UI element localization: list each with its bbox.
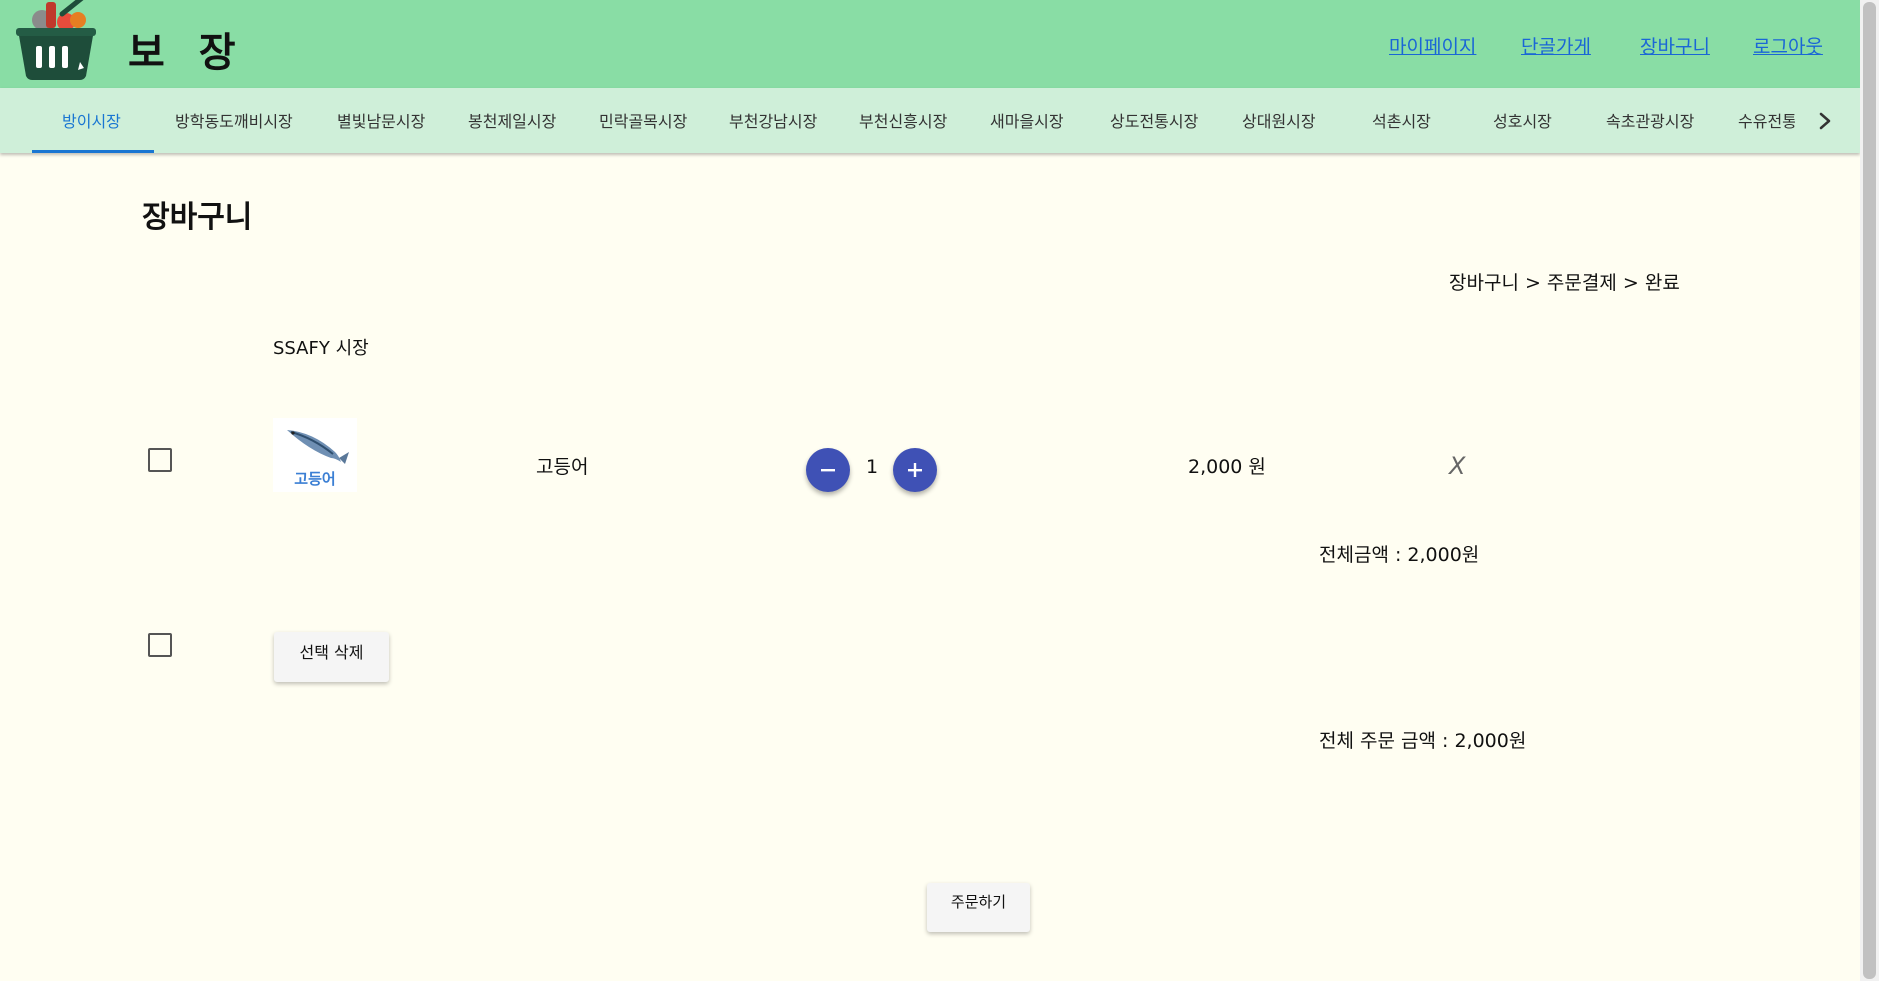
quantity-value: 1 xyxy=(866,456,879,478)
tab-market-9[interactable]: 상대원시장 xyxy=(1242,108,1316,132)
active-tab-indicator xyxy=(32,150,154,153)
tab-market-1[interactable]: 방학동도깨비시장 xyxy=(175,108,293,132)
delete-selected-button[interactable]: 선택 삭제 xyxy=(274,632,389,682)
tab-market-3[interactable]: 봉천제일시장 xyxy=(468,108,556,132)
nav-logout-link[interactable]: 로그아웃 xyxy=(1753,32,1823,59)
chevron-right-icon[interactable] xyxy=(1812,106,1838,136)
place-order-button[interactable]: 주문하기 xyxy=(927,883,1030,932)
tab-market-7[interactable]: 새마을시장 xyxy=(990,108,1064,132)
tab-market-4[interactable]: 민락골목시장 xyxy=(599,108,687,132)
cart-market-name: SSAFY 시장 xyxy=(273,338,369,359)
tab-market-8[interactable]: 상도전통시장 xyxy=(1110,108,1198,132)
increase-quantity-button[interactable] xyxy=(893,448,937,492)
page-scrollbar[interactable] xyxy=(1860,0,1879,981)
shopping-basket-logo-icon[interactable] xyxy=(14,0,98,82)
remove-item-button[interactable]: X xyxy=(1449,452,1465,480)
cart-item-checkbox[interactable] xyxy=(148,448,172,472)
nav-cart-link[interactable]: 장바구니 xyxy=(1640,32,1710,59)
market-tabs: 방이시장 방학동도깨비시장 별빛남문시장 봉천제일시장 민락골목시장 부천강남시… xyxy=(0,88,1860,153)
total-amount: 전체금액 : 2,000원 xyxy=(1319,544,1480,566)
tab-market-2[interactable]: 별빛남문시장 xyxy=(337,108,425,132)
item-price: 2,000 원 xyxy=(1188,456,1266,478)
mackerel-fish-icon xyxy=(287,430,349,464)
product-name: 고등어 xyxy=(536,456,589,478)
checkout-breadcrumb: 장바구니 > 주문결제 > 완료 xyxy=(1449,272,1680,294)
brand-title: 보 장 xyxy=(128,30,246,76)
decrease-quantity-button[interactable] xyxy=(806,448,850,492)
product-image-label: 고등어 xyxy=(294,470,336,488)
nav-favorite-stores-link[interactable]: 단골가게 xyxy=(1521,32,1591,59)
minus-icon xyxy=(821,469,835,472)
tab-market-6[interactable]: 부천신흥시장 xyxy=(859,108,947,132)
order-total-amount: 전체 주문 금액 : 2,000원 xyxy=(1319,730,1527,752)
tab-market-0[interactable]: 방이시장 xyxy=(62,108,121,132)
tab-market-13[interactable]: 수유전통 xyxy=(1738,108,1795,132)
scrollbar-thumb[interactable] xyxy=(1863,2,1876,979)
tab-market-12[interactable]: 속초관광시장 xyxy=(1606,108,1694,132)
select-all-checkbox[interactable] xyxy=(148,633,172,657)
tab-market-5[interactable]: 부천강남시장 xyxy=(729,108,817,132)
nav-mypage-link[interactable]: 마이페이지 xyxy=(1389,32,1476,59)
tab-market-11[interactable]: 성호시장 xyxy=(1493,108,1552,132)
tab-market-10[interactable]: 석촌시장 xyxy=(1372,108,1431,132)
app-header: 보 장 마이페이지 단골가게 장바구니 로그아웃 xyxy=(0,0,1860,88)
page-title: 장바구니 xyxy=(142,200,253,235)
plus-icon xyxy=(908,463,922,477)
market-tabs-scroller: 방이시장 방학동도깨비시장 별빛남문시장 봉천제일시장 민락골목시장 부천강남시… xyxy=(0,88,1795,153)
product-image: 고등어 xyxy=(273,418,357,492)
